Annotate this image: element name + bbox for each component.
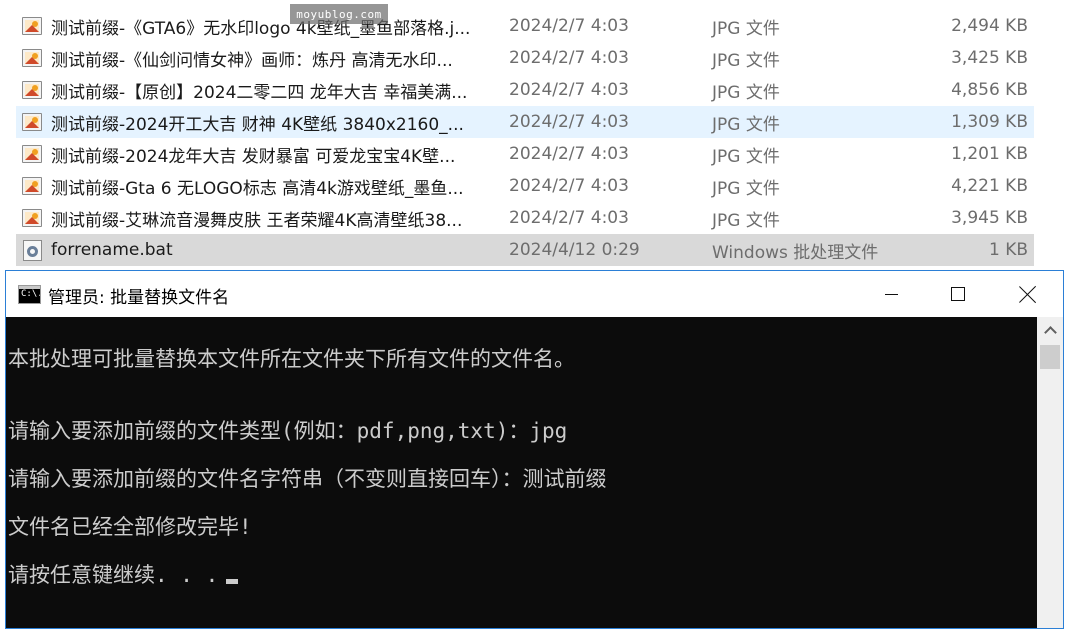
- file-date: 2024/2/7 4:03: [509, 80, 629, 100]
- file-row[interactable]: 测试前缀-2024龙年大吉 发财暴富 可爱龙宝宝4K壁... 2024/2/7 …: [16, 138, 1034, 170]
- jpg-image-icon: [22, 209, 42, 227]
- file-type: JPG 文件: [712, 50, 780, 71]
- close-icon: [1019, 285, 1037, 303]
- console-line: 请按任意键继续. . .: [8, 563, 219, 587]
- console-output[interactable]: 本批处理可批量替换本文件所在文件夹下所有文件的文件名。 请输入要添加前缀的文件类…: [6, 317, 1037, 628]
- file-type: JPG 文件: [712, 210, 780, 231]
- file-row[interactable]: 测试前缀-《GTA6》无水印logo 4k壁纸_墨鱼部落格.j... 2024/…: [16, 10, 1034, 42]
- maximize-icon: [951, 287, 965, 301]
- chevron-up-icon: [1043, 326, 1057, 339]
- file-row[interactable]: 测试前缀-《仙剑问情女神》画师：炼丹 高清无水印... 2024/2/7 4:0…: [16, 42, 1034, 74]
- jpg-image-icon: [22, 17, 42, 35]
- file-type: JPG 文件: [712, 114, 780, 135]
- file-row[interactable]: 测试前缀-【原创】2024二零二四 龙年大吉 幸福美满... 2024/2/7 …: [16, 74, 1034, 106]
- jpg-image-icon: [22, 49, 42, 67]
- file-date: 2024/2/7 4:03: [509, 176, 629, 196]
- file-name: 测试前缀-艾琳流音漫舞皮肤 王者荣耀4K高清壁纸38...: [51, 210, 463, 231]
- console-line: 请输入要添加前缀的文件类型(例如：pdf,png,txt)：jpg: [8, 419, 568, 443]
- file-explorer-list: 测试前缀-《GTA6》无水印logo 4k壁纸_墨鱼部落格.j... 2024/…: [0, 0, 1070, 270]
- file-name: 测试前缀-2024龙年大吉 发财暴富 可爱龙宝宝4K壁...: [51, 146, 456, 167]
- file-date: 2024/2/7 4:03: [509, 208, 629, 228]
- file-row[interactable]: 测试前缀-艾琳流音漫舞皮肤 王者荣耀4K高清壁纸38... 2024/2/7 4…: [16, 202, 1034, 234]
- file-size: 4,856 KB: [951, 80, 1028, 100]
- cmd-titlebar[interactable]: C:\. 管理员: 批量替换文件名: [6, 271, 1063, 317]
- file-type: JPG 文件: [712, 18, 780, 39]
- file-date: 2024/2/7 4:03: [509, 112, 629, 132]
- jpg-image-icon: [22, 81, 42, 99]
- file-date: 2024/2/7 4:03: [509, 144, 629, 164]
- cmd-window[interactable]: C:\. 管理员: 批量替换文件名 本批处理可批量替换本文件所在文件夹下所有文件…: [5, 270, 1064, 629]
- console-line: 本批处理可批量替换本文件所在文件夹下所有文件的文件名。: [8, 347, 575, 371]
- maximize-button[interactable]: [923, 271, 993, 317]
- window-title: 管理员: 批量替换文件名: [48, 288, 230, 308]
- jpg-image-icon: [22, 177, 42, 195]
- scroll-thumb[interactable]: [1040, 345, 1060, 369]
- file-size: 1 KB: [988, 240, 1028, 260]
- scroll-up-button[interactable]: [1037, 317, 1063, 343]
- jpg-image-icon: [22, 113, 42, 131]
- file-date: 2024/4/12 0:29: [509, 240, 640, 260]
- file-size: 4,221 KB: [951, 176, 1028, 196]
- jpg-image-icon: [22, 145, 42, 163]
- file-type: JPG 文件: [712, 178, 780, 199]
- minimize-icon: [884, 293, 898, 295]
- file-type: JPG 文件: [712, 82, 780, 103]
- console-line: 文件名已经全部修改完毕!: [8, 515, 252, 539]
- minimize-button[interactable]: [856, 271, 926, 317]
- file-name: 测试前缀-《仙剑问情女神》画师：炼丹 高清无水印...: [51, 50, 453, 71]
- file-type: Windows 批处理文件: [712, 242, 879, 263]
- file-size: 3,945 KB: [951, 208, 1028, 228]
- file-date: 2024/2/7 4:03: [509, 16, 629, 36]
- file-size: 1,309 KB: [951, 112, 1028, 132]
- file-size: 2,494 KB: [951, 16, 1028, 36]
- batch-file-icon: [23, 240, 42, 261]
- file-date: 2024/2/7 4:03: [509, 48, 629, 68]
- file-row-hovered[interactable]: 测试前缀-2024开工大吉 财神 4K壁纸 3840x2160_... 2024…: [16, 106, 1034, 138]
- file-name: forrename.bat: [51, 240, 173, 260]
- file-row-selected[interactable]: forrename.bat 2024/4/12 0:29 Windows 批处理…: [16, 234, 1034, 266]
- file-name: 测试前缀-2024开工大吉 财神 4K壁纸 3840x2160_...: [51, 114, 464, 135]
- file-type: JPG 文件: [712, 146, 780, 167]
- console-line: 请输入要添加前缀的文件名字符串（不变则直接回车）：测试前缀: [8, 467, 607, 491]
- vertical-scrollbar[interactable]: [1037, 317, 1063, 628]
- close-button[interactable]: [993, 271, 1063, 317]
- file-row[interactable]: 测试前缀-Gta 6 无LOGO标志 高清4k游戏壁纸_墨鱼... 2024/2…: [16, 170, 1034, 202]
- cmd-app-icon[interactable]: C:\.: [18, 285, 41, 304]
- file-name: 测试前缀-Gta 6 无LOGO标志 高清4k游戏壁纸_墨鱼...: [51, 178, 464, 199]
- watermark: moyublog.com: [290, 4, 388, 24]
- file-name: 测试前缀-【原创】2024二零二四 龙年大吉 幸福美满...: [51, 82, 468, 103]
- text-cursor: [226, 579, 239, 584]
- file-size: 3,425 KB: [951, 48, 1028, 68]
- file-name: 测试前缀-《GTA6》无水印logo 4k壁纸_墨鱼部落格.j...: [51, 18, 471, 39]
- file-size: 1,201 KB: [951, 144, 1028, 164]
- console-prompt-line: 请按任意键继续. . .: [8, 559, 239, 589]
